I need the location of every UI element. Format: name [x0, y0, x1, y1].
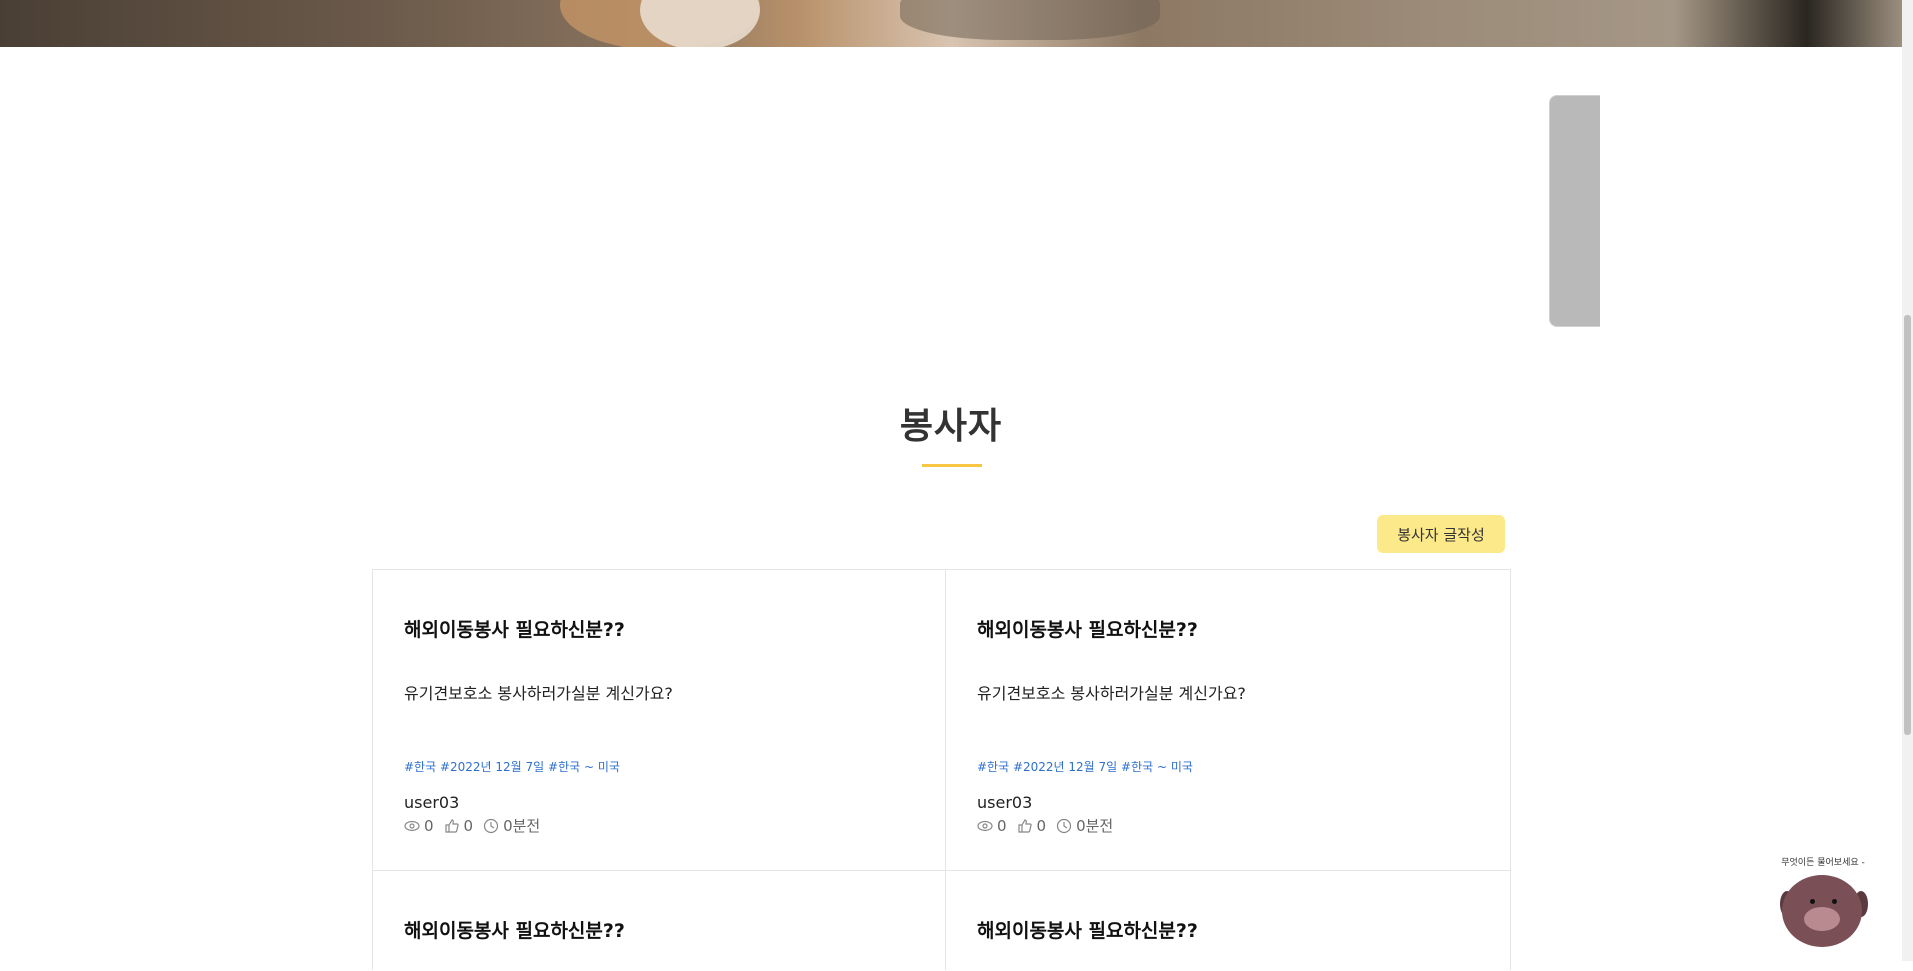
post-grid: 해외이동봉사 필요하신분?? 유기견보호소 봉사하러가실분 계신가요? #한국 … — [372, 569, 1511, 970]
clock-icon — [1056, 818, 1072, 833]
post-title[interactable]: 해외이동봉사 필요하신분?? — [404, 916, 625, 943]
side-floating-panel[interactable] — [1549, 95, 1600, 327]
thumbs-up-icon — [444, 818, 459, 833]
post-author: user03 — [404, 793, 460, 812]
scrollbar-thumb[interactable] — [1904, 315, 1911, 735]
like-count: 0 — [1036, 816, 1047, 835]
eye-icon — [977, 820, 993, 831]
post-meta: 0 0 0분전 — [404, 815, 540, 836]
post-tags: #한국 #2022년 12월 7일 #한국 ~ 미국 — [404, 760, 620, 774]
hero-banner-image — [0, 0, 1902, 47]
page-scrollbar[interactable] — [1902, 0, 1913, 961]
chatbot-button[interactable]: 무엇이든 물어보세요 - — [1774, 855, 1874, 947]
post-card[interactable]: 해외이동봉사 필요하신분?? 유기견보호소 봉사하러가실분 계신가요? #한국 … — [946, 570, 1510, 870]
post-description: 유기견보호소 봉사하러가실분 계신가요? — [404, 684, 673, 703]
eye-icon — [404, 820, 420, 831]
thumbs-up-icon — [1017, 818, 1032, 833]
post-tags: #한국 #2022년 12월 7일 #한국 ~ 미국 — [977, 760, 1193, 774]
post-time: 0분전 — [1076, 817, 1114, 835]
post-card[interactable]: 해외이동봉사 필요하신분?? — [946, 871, 1510, 971]
section-title: 봉사자 — [899, 406, 1003, 447]
clock-icon — [483, 818, 499, 833]
post-time: 0분전 — [503, 817, 541, 835]
post-card[interactable]: 해외이동봉사 필요하신분?? — [373, 871, 945, 971]
write-volunteer-post-button[interactable]: 봉사자 글작성 — [1377, 515, 1505, 553]
post-card[interactable]: 해외이동봉사 필요하신분?? 유기견보호소 봉사하러가실분 계신가요? #한국 … — [373, 570, 945, 870]
post-meta: 0 0 0분전 — [977, 815, 1113, 836]
post-description: 유기견보호소 봉사하러가실분 계신가요? — [977, 684, 1246, 703]
like-count: 0 — [463, 816, 474, 835]
chatbot-caption: 무엇이든 물어보세요 - — [1781, 858, 1865, 868]
post-title[interactable]: 해외이동봉사 필요하신분?? — [404, 615, 625, 642]
title-underline — [922, 464, 982, 467]
post-author: user03 — [977, 793, 1033, 812]
view-count: 0 — [424, 816, 434, 835]
view-count: 0 — [997, 816, 1007, 835]
post-title[interactable]: 해외이동봉사 필요하신분?? — [977, 615, 1198, 642]
post-title[interactable]: 해외이동봉사 필요하신분?? — [977, 916, 1198, 943]
